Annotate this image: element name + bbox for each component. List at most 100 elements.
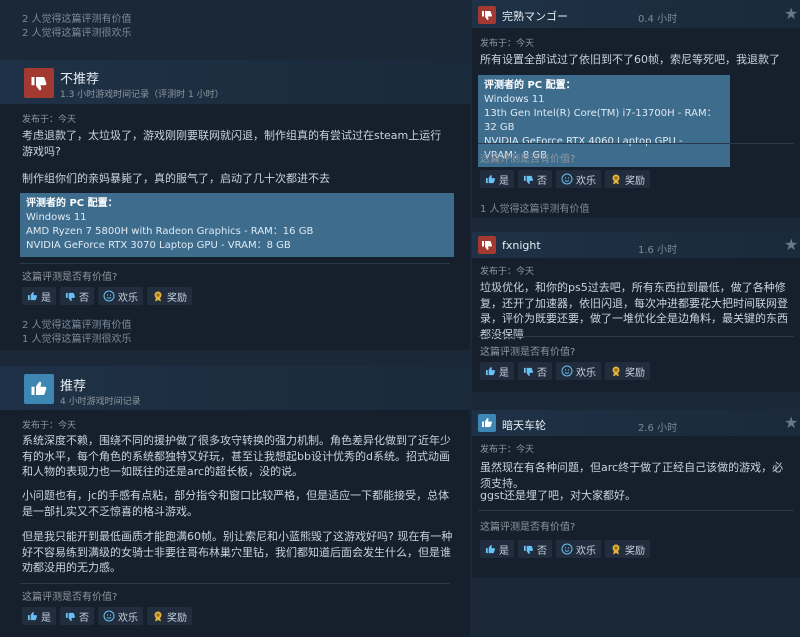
award-label: 奖励 (625, 175, 645, 187)
review-date: 发布于：今天 (480, 39, 535, 49)
thumbs-up-icon (27, 611, 38, 622)
vote-buttons: 是 否 欢乐 奖励 (480, 362, 650, 380)
review-playtime: 1.3 小时游戏时间记录（评测时 1 小时） (60, 90, 224, 100)
vote-buttons: 是 否 欢乐 奖励 (480, 540, 650, 558)
thumbs-down-icon (24, 68, 54, 98)
pc-specs: 评测者的 PC 配置： Windows 11 AMD Ryzen 7 5800H… (20, 193, 454, 257)
helpful-question: 这篇评测是否有价值? (22, 272, 118, 283)
thumbs-down-icon (65, 611, 76, 622)
helpful-stat: 2 人觉得这篇评测有价值 (22, 14, 132, 25)
star-icon: ★ (784, 4, 799, 23)
review-author[interactable]: 完熟マンゴー (502, 8, 568, 24)
review-hours: 0.4 小时 (638, 14, 678, 25)
review-paragraph: 但是我只能开到最低画质才能跑满60帧。别让索尼和小蓝熊毁了这游戏好吗? 现在有一… (22, 530, 453, 574)
vote-yes-button[interactable]: 是 (480, 362, 514, 380)
specs-cpu: 13th Gen Intel(R) Core(TM) i7-13700H - R… (484, 108, 717, 133)
vote-no-label: 否 (537, 545, 547, 557)
vote-yes-label: 是 (41, 612, 51, 624)
award-label: 奖励 (167, 612, 187, 624)
divider (20, 263, 450, 264)
award-button[interactable]: 奖励 (605, 540, 650, 558)
review-header: 完熟マンゴー 0.4 小时 ★ (472, 0, 800, 28)
divider (478, 336, 794, 337)
thumbs-down-icon (523, 366, 534, 377)
thumbs-down-icon (65, 291, 76, 302)
smile-icon (561, 365, 573, 377)
award-button[interactable]: 奖励 (605, 170, 650, 188)
review-text: 制作组你们的亲妈暴毙了，真的服气了，启动了几十次都进不去 (22, 172, 330, 185)
review-hours: 1.6 小时 (638, 245, 678, 256)
vote-no-button[interactable]: 否 (518, 362, 552, 380)
review-paragraph: 系统深度不赖，围绕不同的援护做了很多攻守转换的强力机制。角色差异化做到了近年少有… (22, 434, 451, 478)
specs-os: Windows 11 (26, 212, 87, 223)
vote-buttons: 是 否 欢乐 奖励 (22, 607, 192, 625)
review-card-4: fxnight 1.6 小时 ★ 发布于：今天 垃圾优化，和你的ps5过去吧，所… (472, 232, 800, 392)
smile-icon (561, 173, 573, 185)
vote-no-button[interactable]: 否 (60, 607, 94, 625)
review-author[interactable]: fxnight (502, 239, 541, 252)
vote-funny-label: 欢乐 (118, 292, 138, 304)
thumbs-down-icon (523, 544, 534, 555)
vote-yes-button[interactable]: 是 (22, 607, 56, 625)
helpful-stat: 2 人觉得这篇评测有价值 (22, 320, 132, 331)
vote-funny-button[interactable]: 欢乐 (98, 607, 143, 625)
vote-yes-button[interactable]: 是 (480, 170, 514, 188)
review-text: 垃圾优化，和你的ps5过去吧，所有东西拉到最低，做了各种修复，还开了加速器，依旧… (480, 281, 788, 341)
smile-icon (103, 290, 115, 302)
vote-yes-label: 是 (499, 175, 509, 187)
specs-gpu: NVIDIA GeForce RTX 3070 Laptop GPU - VRA… (26, 240, 291, 251)
award-label: 奖励 (625, 545, 645, 557)
award-label: 奖励 (167, 292, 187, 304)
vote-yes-button[interactable]: 是 (480, 540, 514, 558)
review-text: ggst还是埋了吧，对大家都好。 (480, 489, 637, 502)
vote-no-label: 否 (537, 367, 547, 379)
star-icon: ★ (784, 413, 799, 432)
helpful-question: 这篇评测是否有价值? (480, 154, 576, 165)
vote-funny-button[interactable]: 欢乐 (98, 287, 143, 305)
vote-no-button[interactable]: 否 (518, 540, 552, 558)
award-button[interactable]: 奖励 (147, 607, 192, 625)
review-card-1: 不推荐 1.3 小时游戏时间记录（评测时 1 小时） 发布于：今天 考虑退款了，… (0, 60, 470, 350)
vote-no-button[interactable]: 否 (518, 170, 552, 188)
review-header: 不推荐 1.3 小时游戏时间记录（评测时 1 小时） (0, 60, 470, 104)
review-verdict: 不推荐 (60, 72, 100, 87)
award-label: 奖励 (625, 367, 645, 379)
star-icon: ★ (784, 235, 799, 254)
review-date: 发布于：今天 (22, 421, 77, 431)
review-date: 发布于：今天 (22, 115, 77, 125)
vote-funny-label: 欢乐 (576, 367, 596, 379)
review-card-2: 推荐 4 小时游戏时间记录 发布于：今天 系统深度不赖，围绕不同的援护做了很多攻… (0, 366, 470, 637)
smile-icon (103, 610, 115, 622)
vote-no-button[interactable]: 否 (60, 287, 94, 305)
review-header: 暗天车轮 2.6 小时 ★ (472, 410, 800, 436)
review-header: fxnight 1.6 小时 ★ (472, 232, 800, 258)
vote-buttons: 是 否 欢乐 奖励 (22, 287, 192, 305)
vote-funny-button[interactable]: 欢乐 (556, 170, 601, 188)
review-header: 推荐 4 小时游戏时间记录 (0, 366, 470, 410)
thumbs-up-icon (478, 414, 496, 432)
award-button[interactable]: 奖励 (147, 287, 192, 305)
vote-funny-button[interactable]: 欢乐 (556, 540, 601, 558)
review-text: 考虑退款了，太垃圾了，游戏刚刚要联网就闪退，制作组真的有尝试过在steam上运行… (22, 129, 442, 158)
vote-no-label: 否 (79, 612, 89, 624)
review-paragraph: 小问题也有，jc的手感有点粘，部分指令和窗口比较严格，但是适应一下都能接受，总体… (22, 489, 450, 518)
vote-buttons: 是 否 欢乐 奖励 (480, 170, 650, 188)
vote-funny-button[interactable]: 欢乐 (556, 362, 601, 380)
divider (20, 583, 450, 584)
award-button[interactable]: 奖励 (605, 362, 650, 380)
review-card-5: 暗天车轮 2.6 小时 ★ 发布于：今天 虽然现在有各种问题，但arc终于做了正… (472, 410, 800, 578)
thumbs-up-icon (24, 374, 54, 404)
review-author[interactable]: 暗天车轮 (502, 417, 546, 433)
thumbs-down-icon (478, 6, 496, 24)
helpful-question: 这篇评测是否有价值? (480, 347, 576, 358)
review-playtime: 4 小时游戏时间记录 (60, 397, 141, 407)
vote-no-label: 否 (537, 175, 547, 187)
thumbs-up-icon (485, 544, 496, 555)
award-icon (152, 610, 164, 622)
review-date: 发布于：今天 (480, 267, 535, 277)
specs-os: Windows 11 (484, 94, 545, 105)
vote-yes-label: 是 (499, 367, 509, 379)
vote-yes-button[interactable]: 是 (22, 287, 56, 305)
helpful-question: 这篇评测是否有价值? (22, 592, 118, 603)
thumbs-down-icon (478, 236, 496, 254)
